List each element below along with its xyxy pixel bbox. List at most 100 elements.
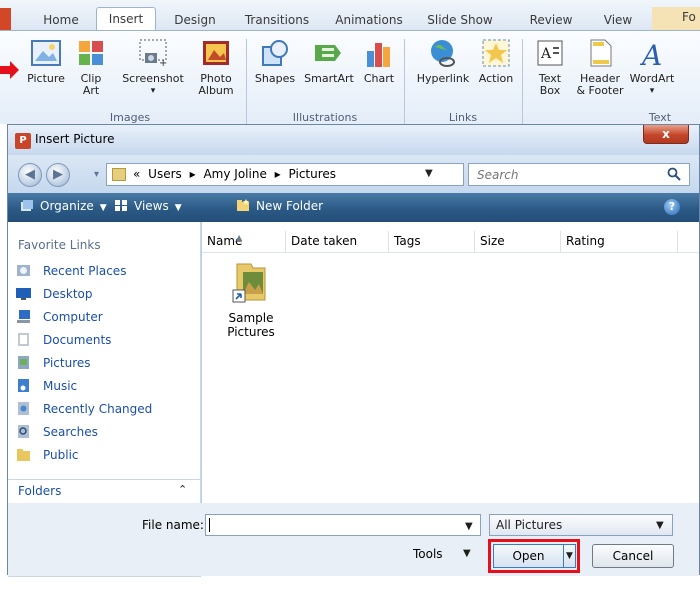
tab-transitions[interactable]: Transitions (232, 10, 322, 30)
tab-home[interactable]: Home (30, 10, 92, 30)
tools-dropdown-icon[interactable]: ▼ (463, 548, 471, 559)
forward-button[interactable]: ▶ (46, 163, 70, 187)
file-type-select[interactable]: All Pictures ▼ (489, 514, 673, 536)
fav-recent-places[interactable]: Recent Places (16, 263, 126, 283)
folders-collapse-icon[interactable]: ⌃ (178, 483, 187, 496)
computer-icon (17, 310, 30, 323)
new-folder-label: New Folder (256, 199, 324, 213)
clip-art-button[interactable]: Clip Art (74, 37, 108, 97)
breadcrumb-overflow[interactable]: « (133, 167, 140, 181)
breadcrumb-pictures[interactable]: Pictures (289, 167, 337, 181)
folders-section[interactable] (8, 576, 201, 600)
column-header-date-taken[interactable]: Date taken (286, 231, 389, 253)
breadcrumb-separator-icon[interactable]: ▸ (275, 167, 281, 181)
new-folder-button[interactable]: New Folder (236, 199, 323, 213)
organize-dropdown-icon: ▼ (99, 203, 107, 213)
wordart-icon: A (639, 39, 662, 69)
address-bar[interactable]: « Users ▸ Amy Joline ▸ Pictures ▼ ↻ (106, 163, 552, 186)
breadcrumb-amy-joline[interactable]: Amy Joline (203, 167, 266, 181)
tab-slide-show[interactable]: Slide Show (420, 10, 500, 30)
tab-insert[interactable]: Insert (96, 7, 156, 31)
views-label: Views (134, 199, 169, 213)
fav-searches[interactable]: Searches (16, 424, 98, 444)
screenshot-icon: + (139, 39, 167, 69)
searches-icon (18, 425, 29, 438)
shapes-icon (262, 40, 288, 66)
back-button[interactable]: ◀ (18, 163, 42, 187)
navigation-bar: ◀ ▶ ▾ « Users ▸ Amy Joline ▸ Pictures ▼ … (8, 155, 699, 193)
photo-album-label: Photo Album (198, 72, 234, 97)
file-name-input[interactable]: ▼ (205, 514, 481, 536)
header-footer-icon (590, 39, 612, 67)
column-header-rating[interactable]: Rating (561, 231, 678, 253)
chart-button[interactable]: Chart (360, 37, 398, 85)
fav-label: Recent Places (43, 264, 127, 278)
images-group-label: Images (109, 111, 151, 124)
clip-art-label: Clip Art (80, 72, 102, 97)
back-arrow-icon: ◀ (25, 167, 35, 182)
open-button[interactable]: Open (493, 544, 564, 568)
tab-format-label: Fo (682, 10, 696, 24)
file-tab[interactable] (0, 8, 11, 30)
action-button[interactable]: Action (476, 37, 516, 85)
header-footer-button[interactable]: Header & Footer (574, 37, 626, 97)
fav-recently-changed[interactable]: Recently Changed (16, 401, 152, 421)
views-icon (115, 200, 127, 211)
file-name-dropdown-icon[interactable]: ▼ (465, 517, 473, 537)
folders-toggle-bar[interactable]: Folders ⌃ (8, 479, 201, 503)
hyperlink-button[interactable]: Hyperlink (410, 37, 476, 85)
breadcrumb-users[interactable]: Users (148, 167, 182, 181)
picture-button[interactable]: Picture (22, 37, 70, 85)
folder-icon (112, 168, 126, 181)
search-input[interactable] (469, 164, 659, 185)
folders-label: Folders (18, 484, 62, 498)
screenshot-dropdown-icon[interactable]: ▾ (116, 85, 190, 97)
action-icon (482, 39, 510, 67)
powerpoint-icon: P (15, 133, 31, 149)
fav-label: Recently Changed (43, 402, 153, 416)
organize-button[interactable]: Organize ▼ (20, 199, 107, 213)
recent-pages-dropdown-icon[interactable]: ▾ (94, 169, 99, 180)
tab-view[interactable]: View (590, 10, 646, 30)
svg-text:A: A (639, 39, 662, 69)
fav-desktop[interactable]: Desktop (16, 286, 93, 306)
search-box (468, 163, 690, 186)
breadcrumb-separator-icon[interactable]: ▸ (190, 167, 196, 181)
photo-album-button[interactable]: Photo Album (192, 37, 240, 97)
close-button[interactable]: x (643, 125, 689, 144)
text-box-button[interactable]: A Text Box (528, 37, 572, 97)
photo-album-icon (203, 41, 229, 65)
dialog-titlebar[interactable]: P Insert Picture x (8, 125, 699, 155)
fav-public[interactable]: Public (16, 447, 79, 467)
column-header-tags[interactable]: Tags (389, 231, 475, 253)
column-header-size[interactable]: Size (475, 231, 561, 253)
new-folder-icon (237, 199, 249, 211)
folder-item-sample-pictures[interactable]: Sample Pictures (218, 260, 284, 339)
fav-documents[interactable]: Documents (16, 332, 111, 352)
tab-animations[interactable]: Animations (326, 10, 412, 30)
tab-review[interactable]: Review (520, 10, 582, 30)
folder-item-label: Sample Pictures (227, 311, 275, 339)
fav-pictures[interactable]: Pictures (16, 355, 91, 375)
fav-music[interactable]: Music (16, 378, 77, 398)
wordart-button[interactable]: A WordArt ▾ (626, 37, 678, 97)
smartart-button[interactable]: SmartArt (298, 37, 360, 85)
tab-design[interactable]: Design (162, 10, 228, 30)
tools-button[interactable]: Tools (413, 547, 443, 561)
search-icon[interactable] (667, 167, 681, 181)
screenshot-button[interactable]: + Screenshot ▾ (116, 37, 190, 97)
organize-icon (21, 200, 33, 211)
help-icon[interactable]: ? (664, 199, 680, 215)
address-dropdown-icon[interactable]: ▼ (425, 168, 433, 179)
fav-computer[interactable]: Computer (16, 309, 103, 329)
music-icon (18, 379, 29, 392)
shapes-button[interactable]: Shapes (252, 37, 298, 85)
group-separator (522, 39, 523, 125)
open-options-dropdown-icon[interactable]: ▼ (564, 544, 576, 568)
views-button[interactable]: Views ▼ (114, 199, 182, 213)
fav-label: Music (43, 379, 78, 393)
cancel-button[interactable]: Cancel (592, 544, 674, 568)
tab-format-stub[interactable]: Fo (652, 7, 700, 30)
column-header-name[interactable]: Name ▲ (202, 231, 286, 253)
wordart-dropdown-icon[interactable]: ▾ (626, 85, 678, 97)
